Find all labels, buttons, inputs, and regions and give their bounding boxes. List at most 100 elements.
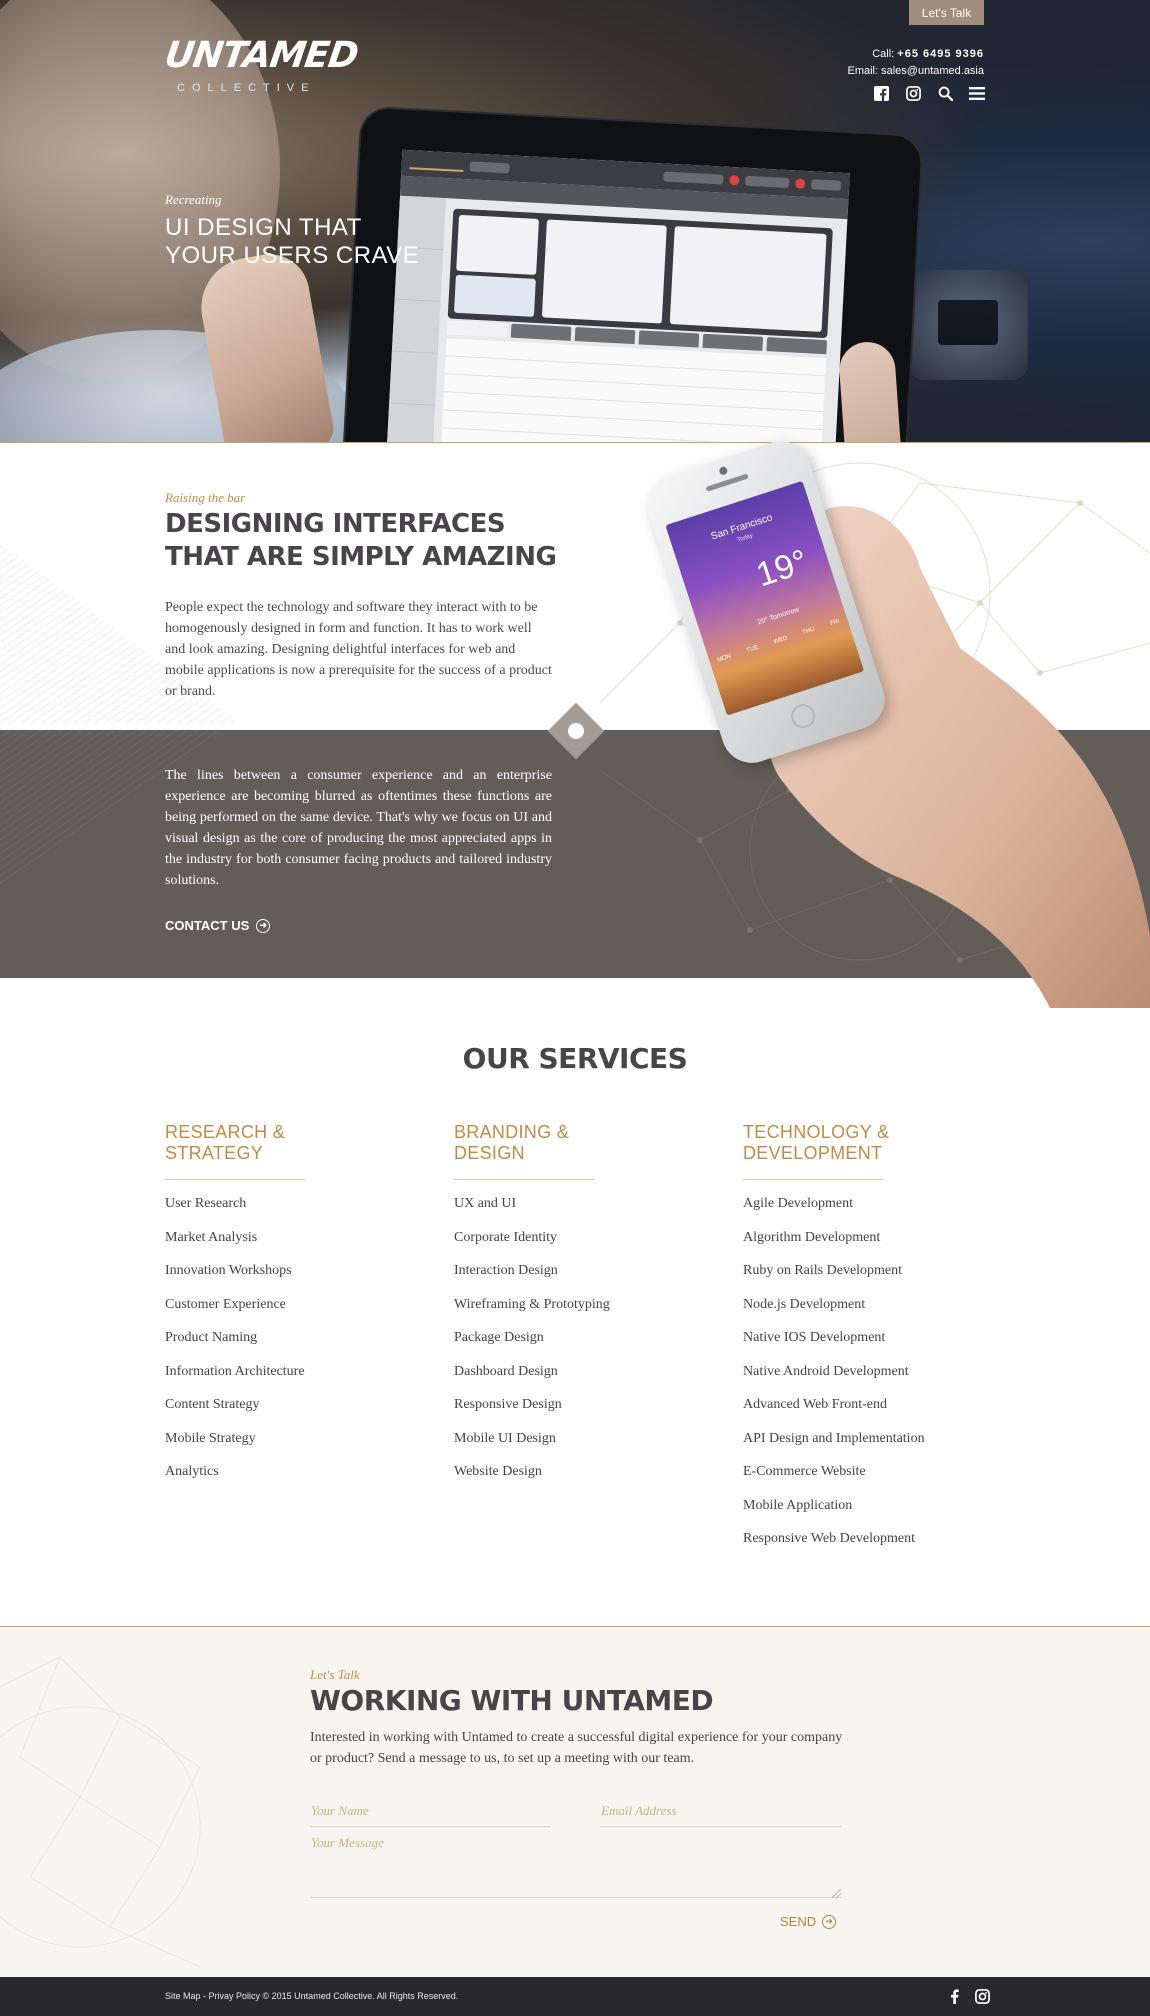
service-item[interactable]: Website Design [454,1462,704,1496]
services-column-heading: RESEARCH & STRATEGY [165,1122,415,1164]
design-paragraph-2: The lines between a consumer experience … [165,768,552,888]
service-item[interactable]: Responsive Design [454,1395,704,1429]
hero-title: UI DESIGN THAT YOUR USERS CRAVE [165,214,419,270]
service-item[interactable]: Information Architecture [165,1362,415,1396]
design-kicker: Raising the bar [165,490,246,505]
forecast-day: WED [772,635,789,646]
search-icon[interactable] [936,84,954,102]
site-footer: Site Map - Privay Policy © 2015 Untamed … [0,1977,1150,2016]
service-item[interactable]: Advanced Web Front-end [743,1395,993,1429]
contact-us-link[interactable]: CONTACT US ➜ [165,918,271,933]
phone-speaker [705,473,749,492]
service-item[interactable]: Market Analysis [165,1228,415,1262]
email-label: Email: [847,65,879,77]
services-list: User Research Market Analysis Innovation W… [165,1194,415,1496]
contact-section [0,1627,1150,1977]
forecast-day: FRI [829,618,841,628]
services-title: OUR SERVICES [462,1042,688,1075]
contact-intro: Interested in working with Untamed to cr… [310,1730,843,1766]
forecast-day: THU [801,626,816,636]
service-item[interactable]: Package Design [454,1328,704,1362]
email-line: Email: sales@untamed.asia [847,63,984,80]
design-title: DESIGNING INTERFACES THAT ARE SIMPLY AMA… [165,508,557,574]
service-item[interactable]: Corporate Identity [454,1228,704,1262]
forecast-day: MON [716,653,733,664]
services-column-branding: BRANDING & DESIGN UX and UI Corporate Ide… [454,1122,704,1496]
arrow-right-circle-icon: ➜ [822,1914,837,1929]
service-item[interactable]: Agile Development [743,1194,993,1228]
weather-forecast-days: MON TUE WED THU FRI [717,618,841,663]
service-item[interactable]: Interaction Design [454,1261,704,1295]
phone-camera [718,465,729,476]
service-item[interactable]: Node.js Development [743,1295,993,1329]
services-column-research: RESEARCH & STRATEGY User Research Market … [165,1122,415,1496]
service-item[interactable]: Ruby on Rails Development [743,1261,993,1295]
message-field[interactable] [310,1832,841,1898]
lets-talk-button[interactable]: Let's Talk [909,0,984,25]
heading-divider [743,1179,883,1180]
heading-line1: TECHNOLOGY & [743,1122,890,1142]
header-contact-info: Call: +65 6495 9396 Email: sales@untamed… [847,46,984,80]
services-column-heading: BRANDING & DESIGN [454,1122,704,1164]
footer-copyright: Site Map - Privay Policy © 2015 Untamed … [165,1991,459,2001]
name-field[interactable] [310,1796,551,1827]
service-item[interactable]: Mobile Application [743,1496,993,1530]
service-item[interactable]: Native Android Development [743,1362,993,1396]
hero-title-line1: UI DESIGN THAT [165,214,362,241]
service-item[interactable]: Customer Experience [165,1295,415,1329]
service-item[interactable]: Innovation Workshops [165,1261,415,1295]
instagram-icon[interactable] [904,84,922,102]
send-button[interactable]: SEND ➜ [780,1914,837,1929]
site-logo[interactable]: UNTAMED COLLECTIVE [162,35,361,112]
tablet-screen [385,149,850,442]
services-list: UX and UI Corporate Identity Interaction D… [454,1194,704,1496]
service-item[interactable]: Responsive Web Development [743,1529,993,1563]
email-address[interactable]: sales@untamed.asia [881,65,984,77]
service-item[interactable]: E-Commerce Website [743,1462,993,1496]
decorative-network-pattern-light [0,1656,201,1968]
call-label: Call: [872,48,895,60]
heading-divider [165,1179,305,1180]
weather-temperature: 19° [751,542,813,595]
contact-kicker: Let's Talk [310,1667,360,1682]
heading-divider [454,1179,594,1180]
heading-line2: STRATEGY [165,1143,264,1163]
hero-title-line2: YOUR USERS CRAVE [165,242,420,269]
services-column-technology: TECHNOLOGY & DEVELOPMENT Agile Developme… [743,1122,993,1563]
menu-icon[interactable] [968,84,986,102]
service-item[interactable]: Content Strategy [165,1395,415,1429]
service-item[interactable]: Mobile UI Design [454,1429,704,1463]
hero-kicker: Recreating [165,192,222,207]
facebook-icon[interactable] [946,1988,962,2004]
service-item[interactable]: UX and UI [454,1194,704,1228]
facebook-icon[interactable] [872,84,890,102]
service-item[interactable]: Dashboard Design [454,1362,704,1396]
forecast-day: TUE [745,644,760,655]
service-item[interactable]: API Design and Implementation [743,1429,993,1463]
service-item[interactable]: Algorithm Development [743,1228,993,1262]
email-field[interactable] [600,1796,841,1827]
service-item[interactable]: Mobile Strategy [165,1429,415,1463]
phone-home-button [787,701,819,732]
service-item[interactable]: Analytics [165,1462,415,1496]
service-item[interactable]: User Research [165,1194,415,1228]
design-paragraph-1: People expect the technology and softwar… [165,600,552,699]
services-list: Agile Development Algorithm Development Ru… [743,1194,993,1563]
heading-line1: RESEARCH & [165,1122,286,1142]
weather-tomorrow: 20° Tomorrow [757,606,801,627]
service-item[interactable]: Wireframing & Prototyping [454,1295,704,1329]
phone-number[interactable]: +65 6495 9396 [897,48,984,60]
textarea-resize-handle[interactable] [832,1889,841,1898]
logo-wordmark: UNTAMED [162,35,361,76]
service-item[interactable]: Product Naming [165,1328,415,1362]
heading-line2: DEVELOPMENT [743,1143,883,1163]
hero-banner: UNTAMED COLLECTIVE Let's Talk Call: +65 … [0,0,1150,442]
heading-line1: BRANDING & [454,1122,570,1142]
design-title-line1: DESIGNING INTERFACES [165,509,506,539]
hero-background-device [908,270,1028,380]
send-label: SEND [780,1914,817,1929]
service-item[interactable]: Native IOS Development [743,1328,993,1362]
instagram-icon[interactable] [974,1988,990,2004]
services-column-heading: TECHNOLOGY & DEVELOPMENT [743,1122,993,1164]
phone-line: Call: +65 6495 9396 [847,46,984,63]
